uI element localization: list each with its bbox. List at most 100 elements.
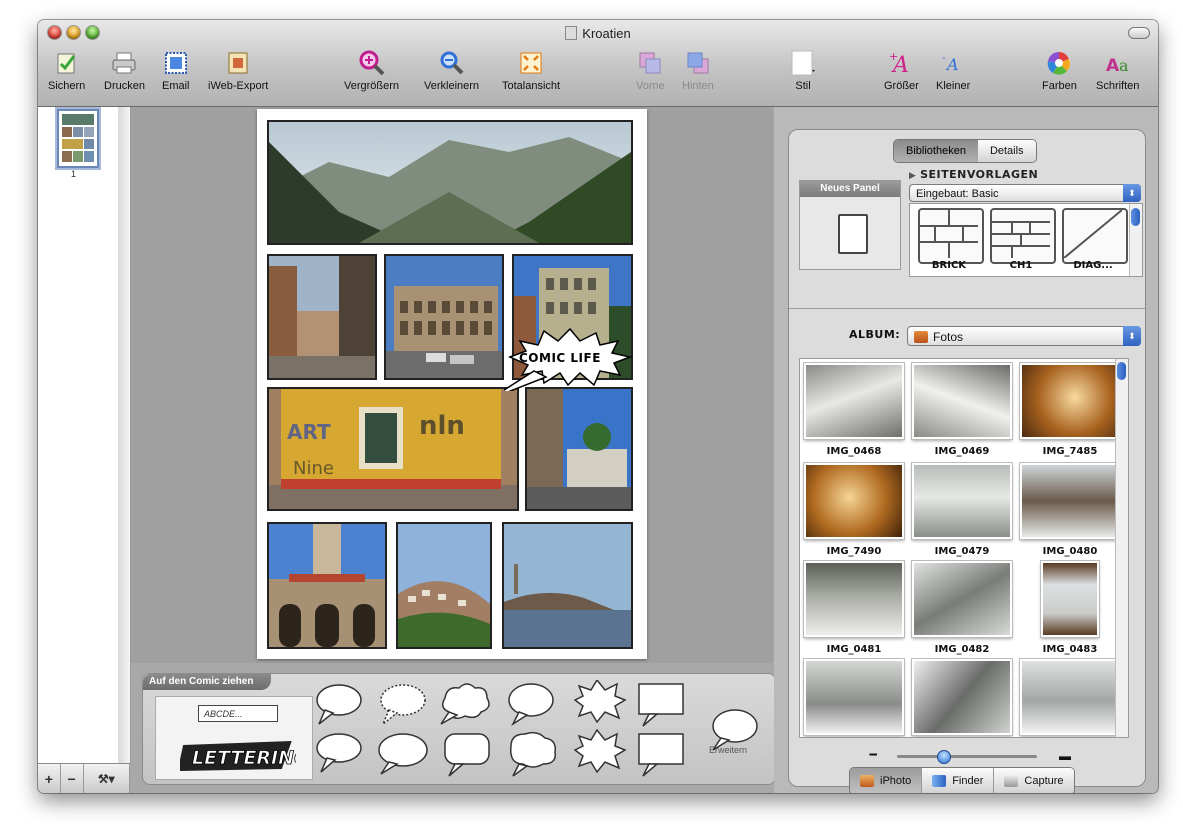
balloon-oval[interactable] <box>316 684 362 725</box>
photo-item[interactable] <box>912 659 1012 735</box>
style-button[interactable]: Stil <box>790 50 816 92</box>
blank-panel-icon <box>838 214 868 254</box>
magnifier-minus-icon <box>439 50 465 76</box>
fit-view-button[interactable]: Totalansicht <box>502 50 560 92</box>
photo-item[interactable] <box>804 659 904 735</box>
document-icon <box>565 26 578 40</box>
photo-item[interactable]: IMG_7485 <box>1020 363 1120 457</box>
photos-album-icon <box>914 331 928 343</box>
tab-libraries[interactable]: Bibliotheken <box>894 140 978 162</box>
photo-item[interactable]: IMG_0481 <box>804 561 904 655</box>
balloon-dotted[interactable] <box>380 684 426 725</box>
lettering-tool[interactable]: LETTERING <box>180 739 296 773</box>
balloon-burst-2[interactable] <box>573 728 627 774</box>
balloon-tray: Auf den Comic ziehen ABCDE... LETTERING <box>142 673 776 785</box>
balloon-oval-3[interactable] <box>378 733 428 775</box>
sidebar-scrollbar[interactable] <box>118 107 131 763</box>
svg-text:ART: ART <box>287 420 331 444</box>
layout-ch1[interactable] <box>990 208 1056 264</box>
expand-button[interactable]: Erweitern <box>709 745 747 755</box>
photo-item[interactable]: IMG_0480 <box>1020 463 1120 557</box>
library-panel: Bibliotheken Details ▶ SEITENVORLAGEN Ne… <box>774 107 1158 793</box>
zoom-in-button[interactable]: Vergrößern <box>344 50 399 92</box>
section-header[interactable]: ▶ SEITENVORLAGEN <box>909 168 1038 181</box>
zoom-out-button[interactable]: Verkleinern <box>424 50 479 92</box>
album-select[interactable]: Fotos ⬍ <box>907 326 1141 346</box>
new-panel-tool[interactable]: Neues Panel <box>799 180 901 270</box>
layout-brick[interactable] <box>918 208 984 264</box>
balloon-round[interactable] <box>508 683 554 727</box>
remove-page-button[interactable]: − <box>61 764 84 793</box>
slider-thumb[interactable] <box>937 750 951 764</box>
comic-panel-mountains[interactable] <box>267 120 633 245</box>
finder-icon <box>932 775 947 787</box>
tools-menu-button[interactable]: ⚒▾ <box>84 764 130 793</box>
comic-panel-tower[interactable] <box>267 522 387 649</box>
svg-text:A: A <box>1106 56 1120 75</box>
tab-capture[interactable]: Capture <box>994 768 1074 793</box>
balloon-text[interactable]: COMIC LIFE <box>519 351 601 365</box>
balloon-wavy[interactable] <box>510 731 557 777</box>
fonts-button[interactable]: Aa Schriften <box>1096 50 1139 92</box>
photo-item[interactable]: IMG_0479 <box>912 463 1012 557</box>
large-thumbs-icon: ▬ <box>1059 749 1071 763</box>
balloon-box-2[interactable] <box>638 733 684 777</box>
tray-title: Auf den Comic ziehen <box>143 674 272 690</box>
photo-item[interactable]: IMG_0469 <box>912 363 1012 457</box>
balloon-thought[interactable] <box>440 683 490 725</box>
iweb-export-button[interactable]: iWeb-Export <box>208 50 268 92</box>
photo-thumbnail <box>804 659 904 735</box>
print-button[interactable]: Drucken <box>104 50 145 92</box>
svg-text:A: A <box>945 55 959 74</box>
font-smaller-icon: A- <box>940 50 966 76</box>
photo-item[interactable]: IMG_7490 <box>804 463 904 557</box>
layout-diag[interactable] <box>1062 208 1128 264</box>
photo-thumbnail <box>1020 659 1120 735</box>
tab-finder[interactable]: Finder <box>922 768 995 793</box>
page-number: 1 <box>71 169 77 179</box>
photo-grid-scrollbar[interactable] <box>1115 359 1128 737</box>
send-back-button[interactable]: Hinten <box>682 50 714 92</box>
template-set-select[interactable]: Eingebaut: Basic ⬍ <box>909 184 1141 202</box>
balloon-burst[interactable] <box>573 680 627 724</box>
balloon-expand[interactable] <box>712 709 758 751</box>
photo-item[interactable] <box>1020 659 1120 735</box>
tab-details[interactable]: Details <box>977 140 1036 162</box>
layout-list: BRICK CH1 DIAG... <box>909 203 1143 277</box>
printer-icon <box>111 50 137 76</box>
text-field-tool[interactable]: ABCDE... <box>198 705 278 722</box>
layout-scrollbar[interactable] <box>1129 204 1142 276</box>
toolbar-toggle-button[interactable] <box>1128 27 1150 39</box>
save-button[interactable]: Sichern <box>48 50 85 92</box>
add-page-button[interactable]: + <box>38 764 61 793</box>
photo-item[interactable]: IMG_0483 <box>1020 561 1120 655</box>
balloon-oval-2[interactable] <box>316 733 362 773</box>
colors-button[interactable]: Farben <box>1042 50 1077 92</box>
balloon-box[interactable] <box>638 683 684 727</box>
thumbnail-size-slider[interactable]: ▪▪▪▪ ▬ <box>869 749 1071 764</box>
balloon-rounded-rect[interactable] <box>444 733 490 777</box>
comic-panel-alley[interactable] <box>267 254 377 380</box>
smaller-text-button[interactable]: A- Kleiner <box>936 50 970 92</box>
email-button[interactable]: Email <box>162 50 190 92</box>
photo-item[interactable]: IMG_0482 <box>912 561 1012 655</box>
tab-iphoto[interactable]: iPhoto <box>850 768 923 793</box>
source-tabs: iPhoto Finder Capture <box>849 767 1075 793</box>
comic-panel-seaside[interactable] <box>502 522 633 649</box>
color-wheel-icon <box>1046 50 1072 76</box>
text-tools: ABCDE... LETTERING <box>155 696 313 780</box>
chevron-updown-icon: ⬍ <box>1123 184 1141 202</box>
bring-front-button[interactable]: Vorne <box>636 50 665 92</box>
comic-page[interactable]: ART nln Nine COMIC LIFE <box>257 109 647 659</box>
disclosure-triangle-icon: ▶ <box>909 171 921 181</box>
photo-item[interactable]: IMG_0468 <box>804 363 904 457</box>
iphoto-icon <box>860 775 874 787</box>
bigger-text-button[interactable]: A + Größer <box>884 50 919 92</box>
comic-canvas: ART nln Nine COMIC LIFE <box>131 107 773 663</box>
comic-panel-hills[interactable] <box>396 522 492 649</box>
comic-panel-colosseum[interactable] <box>384 254 504 380</box>
comic-panel-graffiti[interactable]: ART nln Nine <box>267 387 519 511</box>
comic-panel-street[interactable] <box>525 387 633 511</box>
app-window: Kroatien Sichern Drucken Email iWeb-Expo… <box>38 20 1158 793</box>
page-thumbnail[interactable] <box>57 109 99 168</box>
